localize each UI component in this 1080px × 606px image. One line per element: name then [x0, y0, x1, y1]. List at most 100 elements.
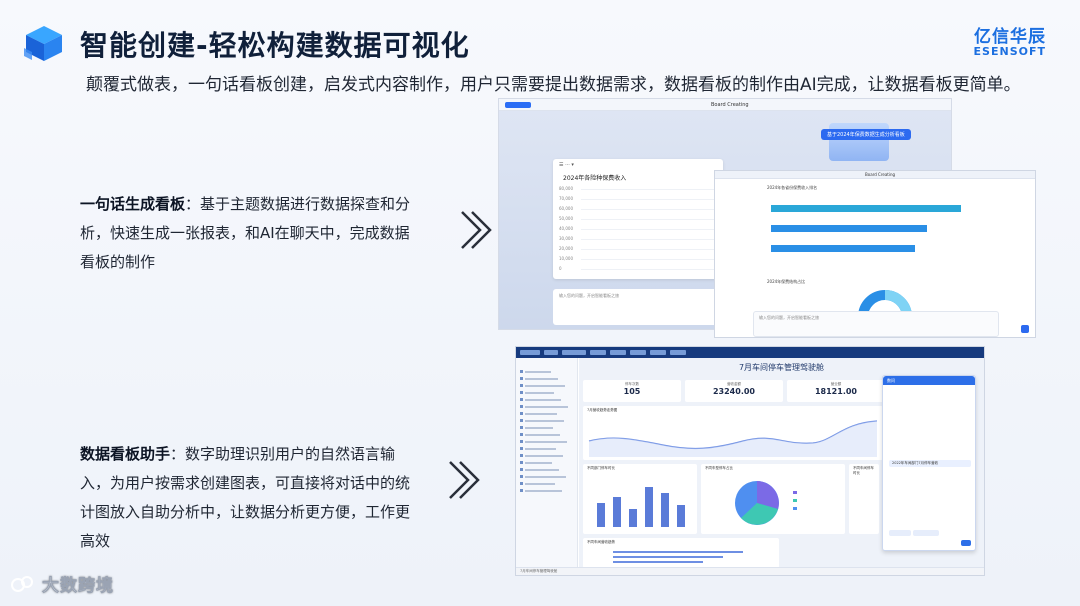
sidebar-item[interactable]: [516, 445, 577, 452]
gridline: [581, 209, 715, 210]
sidebar-item[interactable]: [516, 403, 577, 410]
sidebar-item-label: [525, 370, 551, 373]
y-tick-label: 0: [559, 266, 562, 271]
sidebar-item-label: [525, 433, 560, 436]
table-icon: [520, 447, 523, 450]
kpi-label: 停车次数: [625, 382, 639, 386]
table-icon: [520, 405, 523, 408]
assistant-panel: 数问 2022年车间部门7月停车营收: [882, 375, 976, 551]
y-tick-label: 10,000: [559, 256, 573, 261]
assistant-question: 2022年车间部门7月停车营收: [889, 460, 971, 467]
feature-block-one-sentence: 一句话生成看板：基于主题数据进行数据探查和分析，快速生成一张报表，和AI在聊天中…: [80, 190, 420, 277]
app-logo: [505, 102, 531, 108]
chat-input[interactable]: 输入您的问题，开启智能看板之旅: [753, 311, 999, 337]
gridline: [581, 219, 715, 220]
sidebar-item[interactable]: [516, 368, 577, 375]
sidebar-item[interactable]: [516, 480, 577, 487]
panel-title: 不同车间停车时长: [853, 466, 874, 475]
kpi-value: 18121.00: [814, 387, 857, 396]
sidebar-item[interactable]: [516, 438, 577, 445]
sidebar-item[interactable]: [516, 431, 577, 438]
sidebar-item[interactable]: [516, 473, 577, 480]
dashboard-title: 7月车间停车管理驾驶舱: [738, 363, 825, 372]
kpi-card: 营收金额 23240.00: [685, 380, 783, 402]
watermark-logo-icon: [11, 575, 33, 592]
window-title: Board Creating: [711, 102, 749, 108]
table-icon: [520, 489, 523, 492]
sidebar-item-label: [525, 440, 567, 443]
sidebar-item[interactable]: [516, 487, 577, 494]
sidebar-item-label: [525, 475, 566, 478]
kpi-value: 105: [623, 387, 641, 396]
gridline: [581, 239, 715, 240]
sidebar-item[interactable]: [516, 466, 577, 473]
chevron-right-icon: [461, 211, 492, 249]
suggestion-chip[interactable]: [889, 530, 911, 536]
sidebar: [516, 358, 578, 567]
panel-title: 不同车间营收趋势: [587, 540, 615, 544]
chevron-right-icon: [449, 461, 480, 499]
table-icon: [520, 419, 523, 422]
table-icon: [520, 370, 523, 373]
feature-title: 数据看板助手: [80, 445, 171, 463]
brand-name-cn: 亿信华辰: [974, 27, 1046, 47]
brand-logo: 亿信华辰 ESENSOFT: [974, 22, 1046, 58]
ai-prompt-tag: 基于2024年保费数据生成分析看板: [821, 129, 911, 140]
table-icon: [520, 398, 523, 401]
feature-title: 一句话生成看板: [80, 195, 186, 213]
y-tick-label: 30,000: [559, 236, 573, 241]
table-icon: [520, 391, 523, 394]
suggestion-chip[interactable]: [913, 530, 939, 536]
table-icon: [520, 440, 523, 443]
kpi-label: 营业额: [830, 382, 842, 386]
table-icon: [520, 377, 523, 380]
hbar: [771, 205, 961, 212]
gridline: [581, 199, 715, 200]
sidebar-item-label: [525, 489, 562, 492]
table-icon: [520, 475, 523, 478]
sidebar-item[interactable]: [516, 452, 577, 459]
panel-title: 不同车型停车占比: [705, 466, 733, 470]
hbar-chart: [771, 205, 961, 252]
window-bar: Board Creating: [499, 99, 951, 111]
chart2-title: 2024年保费结构占比: [767, 279, 806, 284]
sidebar-item-label: [525, 419, 564, 422]
screenshot-dashboard-assistant: 7月车间停车管理驾驶舱 停车次数 105 营收金额 23240.00 营业额 1…: [515, 346, 985, 576]
sidebar-item[interactable]: [516, 382, 577, 389]
assistant-title: 数问: [883, 376, 975, 385]
table-icon: [520, 468, 523, 471]
y-tick-label: 80,000: [559, 186, 573, 191]
feature-block-assistant: 数据看板助手：数字助理识别用户的自然语言输入，为用户按需求创建图表，可直接将对话…: [80, 440, 420, 556]
brand-name-en: ESENSOFT: [973, 45, 1046, 58]
send-button[interactable]: [961, 540, 971, 546]
sidebar-item[interactable]: [516, 396, 577, 403]
sheet-tabs: 7月车间停车管理驾驶舱: [516, 567, 984, 575]
sidebar-item-label: [525, 468, 559, 471]
sidebar-item[interactable]: [516, 389, 577, 396]
sidebar-item-label: [525, 377, 558, 380]
sidebar-item-label: [525, 412, 557, 415]
line-chart-panel: 7月营收趋势走势图: [583, 406, 883, 460]
chart-card: ☰ ··· ▾ 2024年各险种保费收入 80,000 70,000 60,000 5…: [553, 159, 723, 279]
chart-title: 2024年各省份保费收入排名: [767, 185, 818, 190]
sidebar-item[interactable]: [516, 424, 577, 431]
chat-input[interactable]: 输入您的问题，开启智能看板之旅: [553, 289, 723, 325]
sidebar-item-label: [525, 426, 553, 429]
bar-chart-card: 2024年各省份保费收入排名 2024年保费结构占比: [753, 183, 999, 318]
y-tick-label: 60,000: [559, 206, 573, 211]
card-header: ☰ ··· ▾: [559, 162, 574, 168]
hbar: [771, 245, 915, 252]
gridline: [581, 189, 715, 190]
sidebar-item[interactable]: [516, 459, 577, 466]
sidebar-item[interactable]: [516, 417, 577, 424]
gridline: [581, 259, 715, 260]
table-icon: [520, 412, 523, 415]
kpi-card: 停车次数 105: [583, 380, 681, 402]
y-tick-label: 50,000: [559, 216, 573, 221]
sidebar-item[interactable]: [516, 410, 577, 417]
y-tick-label: 70,000: [559, 196, 573, 201]
send-icon[interactable]: [1021, 325, 1029, 333]
window-title: Board Creating: [865, 172, 896, 177]
intro-text: 颠覆式做表，一句话看板创建，启发式内容制作，用户只需要提出数据需求，数据看板的制…: [86, 75, 1021, 95]
sidebar-item[interactable]: [516, 375, 577, 382]
